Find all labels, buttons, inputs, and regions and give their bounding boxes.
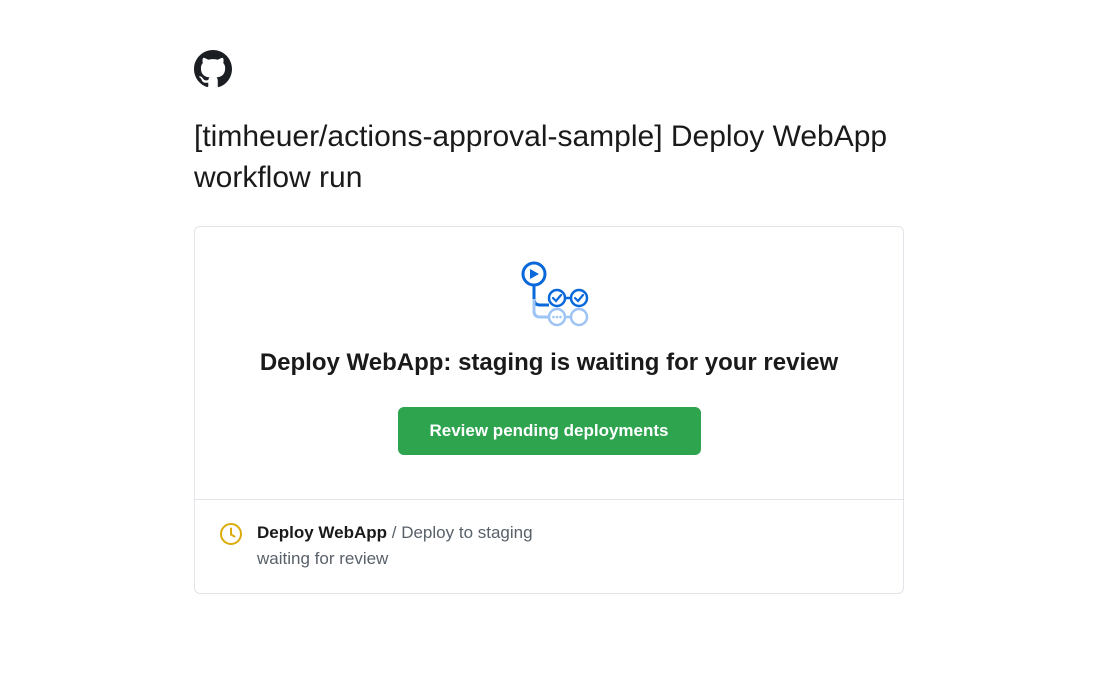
card-heading: Deploy WebApp: staging is waiting for yo… (223, 349, 875, 377)
notification-card: Deploy WebApp: staging is waiting for yo… (194, 226, 904, 594)
card-footer: Deploy WebApp / Deploy to staging waitin… (195, 500, 903, 593)
workflow-name: Deploy WebApp (257, 523, 387, 542)
clock-icon (219, 522, 243, 546)
page-title: [timheuer/actions-approval-sample] Deplo… (194, 117, 904, 198)
card-main: Deploy WebApp: staging is waiting for yo… (195, 227, 903, 500)
github-logo-wrap (194, 50, 904, 93)
footer-text: Deploy WebApp / Deploy to staging waitin… (257, 520, 533, 571)
status-text: waiting for review (257, 549, 388, 568)
review-deployments-button[interactable]: Review pending deployments (398, 407, 701, 455)
workflow-icon (223, 259, 875, 329)
github-icon (194, 50, 232, 88)
job-name: Deploy to staging (401, 523, 532, 542)
separator: / (387, 523, 401, 542)
